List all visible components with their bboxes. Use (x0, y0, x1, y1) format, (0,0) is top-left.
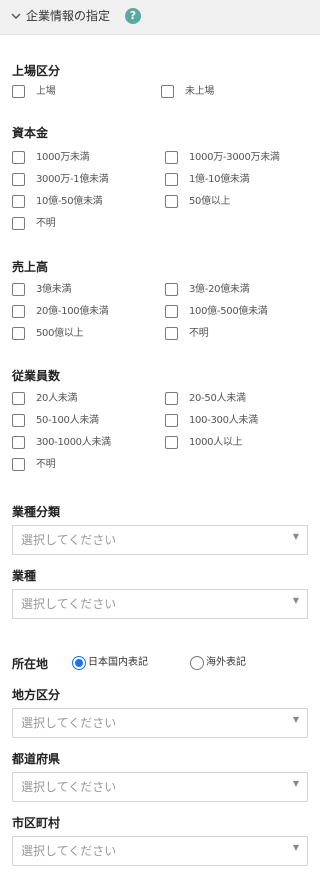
radio-dot[interactable] (72, 656, 86, 670)
dropdown-arrow-icon: ▼ (292, 715, 299, 724)
checkbox-box[interactable] (12, 305, 25, 318)
checkbox-label: 上場 (36, 86, 56, 97)
section-title: 企業情報の指定 (26, 9, 111, 23)
select-placeholder: 選択してください (21, 780, 117, 794)
select-placeholder: 選択してください (21, 597, 117, 611)
checkbox-box[interactable] (161, 85, 174, 98)
checkbox-box[interactable] (12, 173, 25, 186)
employees-heading: 従業員数 (12, 369, 61, 383)
select-placeholder: 選択してください (21, 533, 117, 547)
industry-heading: 業種 (12, 569, 37, 583)
checkbox-label: 3000万-1億未満 (36, 174, 109, 185)
checkbox-box[interactable] (165, 392, 178, 405)
checkbox-label: 500億以上 (36, 328, 84, 339)
checkbox-label: 3億-20億未満 (189, 284, 250, 295)
dropdown-arrow-icon: ▼ (292, 843, 299, 852)
sales-heading: 売上高 (12, 260, 49, 274)
chevron-down-icon (11, 13, 21, 19)
checkbox-label: 300-1000人未満 (36, 437, 111, 448)
checkbox-label: 100-300人未満 (189, 415, 258, 426)
checkbox-box[interactable] (12, 327, 25, 340)
select-placeholder: 選択してください (21, 716, 117, 730)
radio-dot[interactable] (190, 656, 204, 670)
checkbox-label: 20-50人未満 (189, 393, 246, 404)
prefecture-heading: 都道府県 (12, 752, 61, 766)
help-icon[interactable]: ? (125, 8, 141, 24)
checkbox-label: 不明 (189, 328, 209, 339)
checkbox-box[interactable] (165, 327, 178, 340)
industry-select[interactable]: 選択してください ▼ (12, 589, 308, 619)
checkbox-label: 50-100人未満 (36, 415, 99, 426)
checkbox-box[interactable] (12, 458, 25, 471)
checkbox-box[interactable] (12, 283, 25, 296)
checkbox-box[interactable] (165, 305, 178, 318)
checkbox-label: 1000人以上 (189, 437, 243, 448)
checkbox-box[interactable] (165, 151, 178, 164)
industry-category-heading: 業種分類 (12, 505, 61, 519)
checkbox-box[interactable] (12, 151, 25, 164)
checkbox-label: 100億-500億未満 (189, 306, 268, 317)
dropdown-arrow-icon: ▼ (292, 596, 299, 605)
prefecture-select[interactable]: 選択してください ▼ (12, 772, 308, 802)
radio-label: 海外表記 (206, 657, 246, 668)
city-heading: 市区町村 (12, 816, 61, 830)
checkbox-label: 3億未満 (36, 284, 72, 295)
checkbox-label: 1000万-3000万未満 (189, 152, 280, 163)
checkbox-box[interactable] (165, 283, 178, 296)
checkbox-label: 未上場 (185, 86, 215, 97)
checkbox-box[interactable] (12, 414, 25, 427)
select-placeholder: 選択してください (21, 844, 117, 858)
checkbox-box[interactable] (165, 436, 178, 449)
region-heading: 地方区分 (12, 688, 61, 702)
radio-label: 日本国内表記 (88, 657, 148, 668)
checkbox-box[interactable] (165, 414, 178, 427)
checkbox-box[interactable] (12, 85, 25, 98)
city-select[interactable]: 選択してください ▼ (12, 836, 308, 866)
listing-heading: 上場区分 (12, 64, 61, 78)
industry-category-select[interactable]: 選択してください ▼ (12, 525, 308, 555)
checkbox-label: 1000万未満 (36, 152, 90, 163)
section-header[interactable]: 企業情報の指定 ? (0, 0, 320, 35)
dropdown-arrow-icon: ▼ (292, 779, 299, 788)
checkbox-label: 不明 (36, 218, 56, 229)
checkbox-box[interactable] (12, 392, 25, 405)
region-select[interactable]: 選択してください ▼ (12, 708, 308, 738)
dropdown-arrow-icon: ▼ (292, 532, 299, 541)
checkbox-box[interactable] (165, 195, 178, 208)
checkbox-box[interactable] (12, 195, 25, 208)
location-heading: 所在地 (12, 657, 49, 671)
checkbox-box[interactable] (165, 173, 178, 186)
checkbox-label: 20億-100億未満 (36, 306, 109, 317)
checkbox-label: 1億-10億未満 (189, 174, 250, 185)
checkbox-label: 50億以上 (189, 196, 231, 207)
capital-heading: 資本金 (12, 126, 49, 140)
checkbox-label: 10億-50億未満 (36, 196, 103, 207)
checkbox-box[interactable] (12, 436, 25, 449)
checkbox-label: 20人未満 (36, 393, 78, 404)
checkbox-label: 不明 (36, 459, 56, 470)
checkbox-box[interactable] (12, 217, 25, 230)
